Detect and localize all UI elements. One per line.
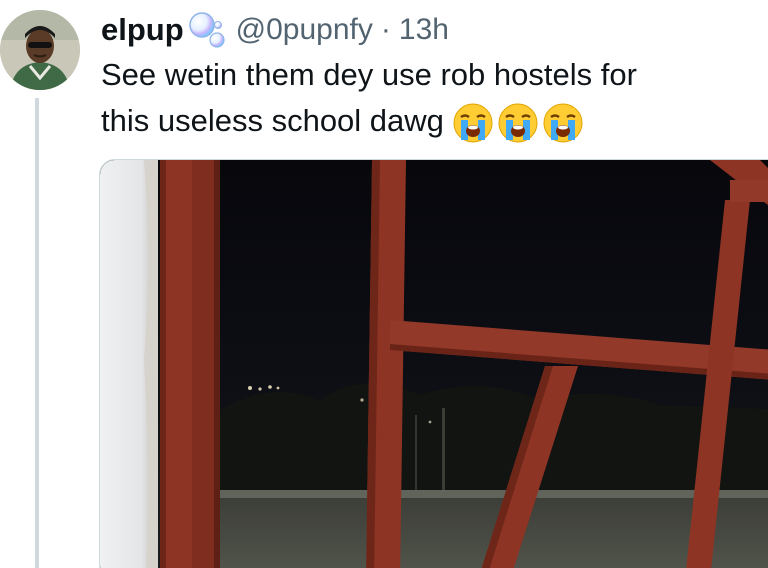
loudly-crying-face-icon bbox=[452, 102, 494, 144]
tweet[interactable]: elpup @0pupnfy · 13h See wetin them dey … bbox=[0, 0, 768, 568]
tweet-header: elpup @0pupnfy · 13h bbox=[101, 8, 449, 52]
tweet-text-line-2-wrap: this useless school dawg bbox=[101, 98, 768, 144]
soap-bubbles-icon bbox=[186, 10, 226, 50]
thread-line bbox=[35, 98, 39, 568]
crying-emojis bbox=[452, 102, 584, 144]
avatar[interactable] bbox=[0, 10, 80, 90]
loudly-crying-face-icon bbox=[542, 102, 584, 144]
loudly-crying-face-icon bbox=[497, 102, 539, 144]
avatar-image bbox=[0, 10, 80, 90]
separator-dot: · bbox=[380, 13, 391, 46]
tweet-media-photo[interactable] bbox=[99, 159, 768, 568]
tweet-timestamp[interactable]: 13h bbox=[399, 13, 449, 47]
user-handle[interactable]: @0pupnfy bbox=[236, 13, 373, 47]
tweet-text-line-2: this useless school dawg bbox=[101, 103, 444, 138]
tweet-text-line-1: See wetin them dey use rob hostels for bbox=[101, 57, 637, 92]
broken-window-frame-photo bbox=[100, 160, 768, 568]
display-name[interactable]: elpup bbox=[101, 12, 184, 48]
tweet-text: See wetin them dey use rob hostels for t… bbox=[101, 52, 768, 144]
